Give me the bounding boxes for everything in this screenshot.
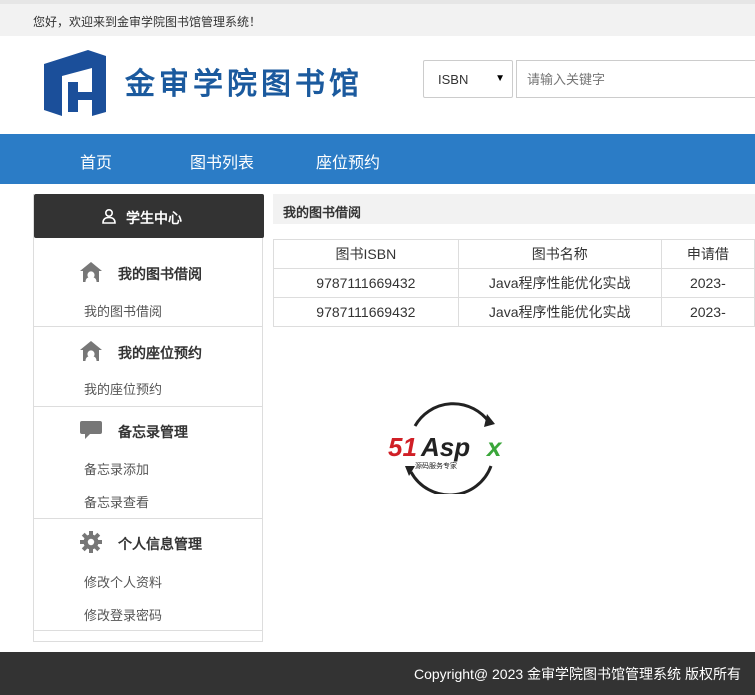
site-name: 金审学院图书馆 (125, 67, 363, 102)
sidebar-section-title: 个人信息管理 (118, 536, 202, 552)
page-footer: Copyright@ 2023 金审学院图书馆管理系统 版权所有 (0, 652, 755, 695)
sidebar-link-my-borrow[interactable]: 我的图书借阅 (84, 301, 162, 320)
home-icon (80, 341, 102, 361)
sidebar-section-title: 我的座位预约 (118, 345, 202, 361)
table-header-row: 图书ISBN 图书名称 申请借 (273, 239, 755, 269)
chevron-down-icon: ▼ (495, 73, 505, 84)
gear-icon (80, 531, 102, 553)
cell-isbn: 9787111669432 (273, 297, 459, 327)
watermark-text-green: x (485, 432, 503, 462)
watermark-logo: 51 Asp x 源码服务专家 (388, 402, 503, 494)
table-row: 9787111669432 Java程序性能优化实战 2023- (273, 268, 755, 298)
nav-item-book-list[interactable]: 图书列表 (190, 149, 254, 173)
user-icon (102, 208, 116, 224)
table-row: 9787111669432 Java程序性能优化实战 2023- (273, 297, 755, 327)
nav-item-home[interactable]: 首页 (80, 149, 112, 173)
watermark-text-red: 51 (388, 432, 417, 462)
sidebar-link-view-memo[interactable]: 备忘录查看 (84, 492, 149, 511)
search-type-value: ISBN (438, 72, 469, 87)
cell-book-name: Java程序性能优化实战 (457, 268, 662, 298)
sidebar-section-title: 我的图书借阅 (118, 266, 202, 282)
page-title: 我的图书借阅 (283, 205, 362, 220)
search-input[interactable] (516, 60, 755, 98)
home-icon (80, 262, 102, 282)
sidebar-link-add-memo[interactable]: 备忘录添加 (84, 459, 149, 478)
sidebar: 学生中心 我的图书借阅 我的图书借阅 我的座位预约 我的座位预约 备忘录管理 备… (33, 194, 264, 642)
nav-item-seat-booking[interactable]: 座位预约 (316, 149, 380, 173)
sidebar-link-edit-profile[interactable]: 修改个人资料 (84, 572, 162, 591)
sidebar-section-book-borrow: 我的图书借阅 我的图书借阅 (34, 238, 262, 327)
column-header-book-name: 图书名称 (457, 239, 662, 269)
sidebar-section-seat-booking: 我的座位预约 我的座位预约 (34, 327, 262, 407)
welcome-text: 您好，欢迎来到金审学院图书馆管理系统！ (33, 15, 262, 29)
cell-apply-date: 2023- (660, 268, 755, 298)
borrow-table: 图书ISBN 图书名称 申请借 9787111669432 Java程序性能优化… (273, 239, 755, 327)
main-nav: 首页 图书列表 座位预约 (0, 134, 755, 184)
sidebar-header-label: 学生中心 (126, 210, 182, 226)
column-header-isbn: 图书ISBN (273, 239, 459, 269)
sidebar-header: 学生中心 (34, 194, 264, 238)
cell-apply-date: 2023- (660, 297, 755, 327)
sidebar-section-title: 备忘录管理 (118, 424, 188, 440)
sidebar-link-my-seat[interactable]: 我的座位预约 (84, 379, 162, 398)
comment-icon (80, 421, 102, 439)
watermark-text-dark: Asp (420, 432, 470, 462)
sidebar-section-memo: 备忘录管理 备忘录添加 备忘录查看 (34, 407, 262, 519)
watermark-subtitle: 源码服务专家 (415, 461, 457, 470)
copyright-text: Copyright@ 2023 金审学院图书馆管理系统 版权所有 (414, 666, 741, 682)
library-logo-icon[interactable] (40, 46, 110, 116)
top-bar: 您好，欢迎来到金审学院图书馆管理系统！ (0, 0, 755, 36)
sidebar-section-profile: 个人信息管理 修改个人资料 修改登录密码 (34, 519, 262, 631)
search-type-select[interactable]: ISBN ▼ (423, 60, 513, 98)
cell-book-name: Java程序性能优化实战 (457, 297, 662, 327)
cell-isbn: 9787111669432 (273, 268, 459, 298)
column-header-apply-date: 申请借 (660, 239, 755, 269)
main-section-header: 我的图书借阅 (273, 194, 755, 224)
site-header: 金审学院图书馆 ISBN ▼ (0, 36, 755, 134)
sidebar-link-change-password[interactable]: 修改登录密码 (84, 605, 162, 624)
